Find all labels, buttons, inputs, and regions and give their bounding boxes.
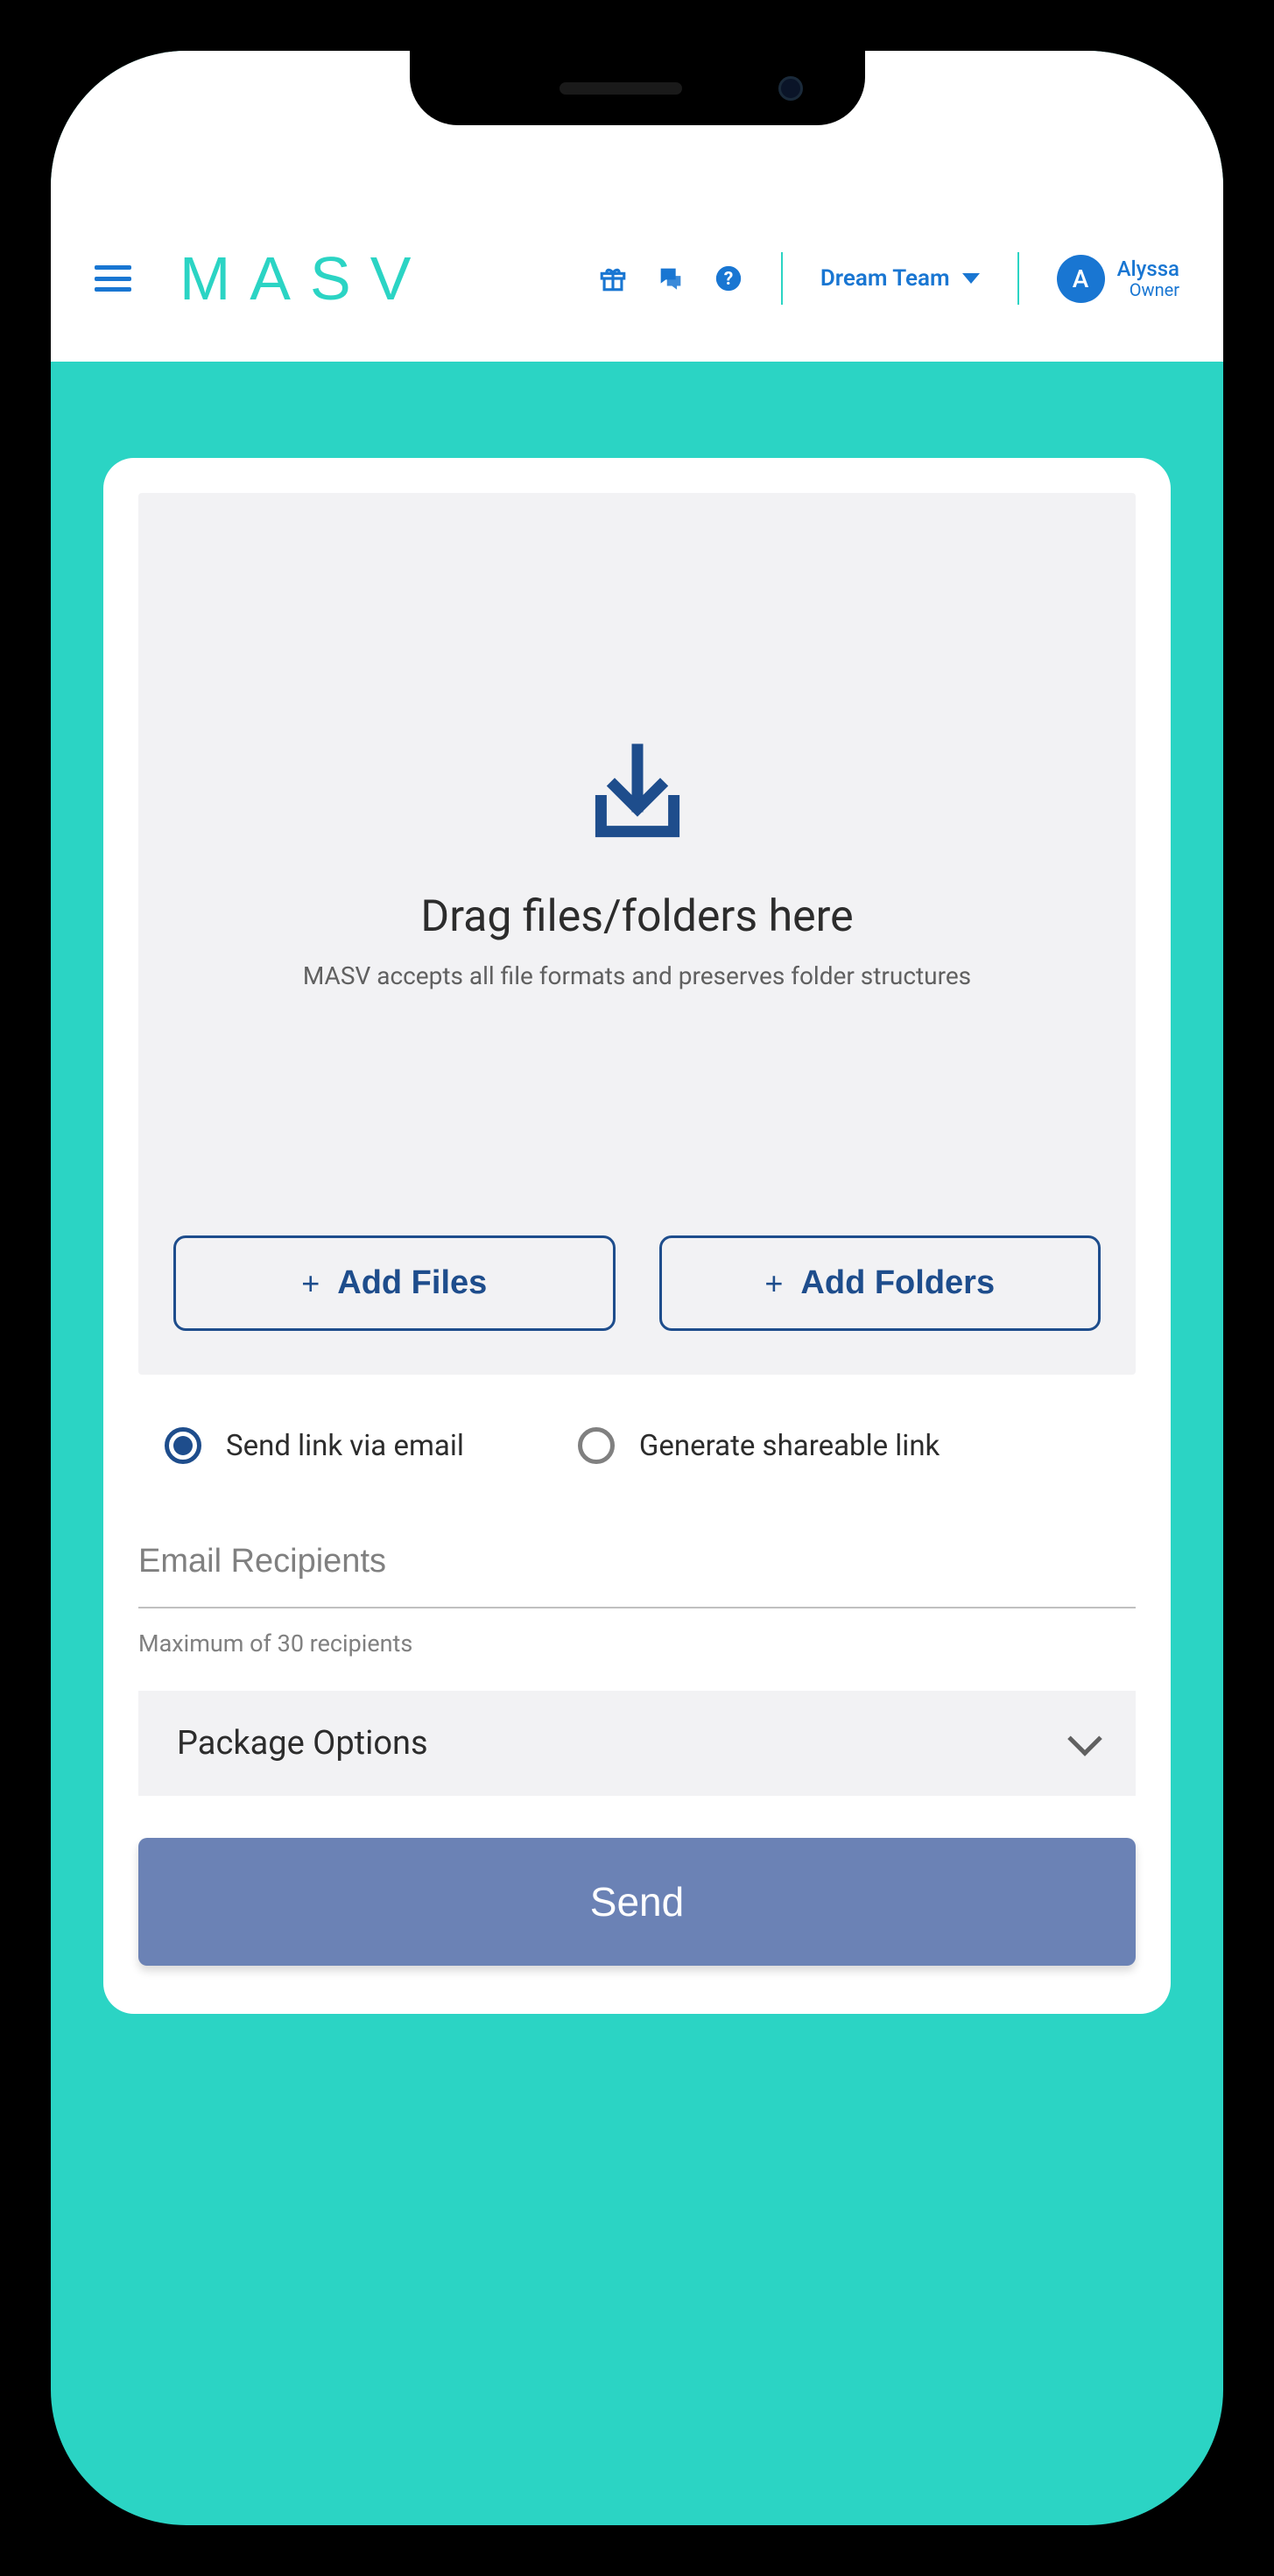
- phone-power-button: [1269, 692, 1274, 972]
- radio-send-email[interactable]: Send link via email: [165, 1427, 464, 1464]
- dropzone-subtitle: MASV accepts all file formats and preser…: [303, 961, 971, 990]
- phone-volume-down: [0, 849, 5, 1024]
- radio-label-email: Send link via email: [226, 1429, 464, 1463]
- radio-shareable-link[interactable]: Generate shareable link: [578, 1427, 940, 1464]
- dropzone[interactable]: Drag files/folders here MASV accepts all…: [138, 493, 1136, 1375]
- recipients-hint: Maximum of 30 recipients: [138, 1629, 1136, 1658]
- team-name: Dream Team: [820, 265, 950, 292]
- menu-icon[interactable]: [95, 265, 131, 292]
- team-selector[interactable]: Dream Team: [820, 265, 980, 292]
- phone-notch: [410, 51, 865, 125]
- package-options-toggle[interactable]: Package Options: [138, 1691, 1136, 1796]
- help-icon[interactable]: ?: [714, 264, 743, 293]
- add-files-button[interactable]: + Add Files: [173, 1235, 616, 1331]
- phone-silence-switch: [0, 473, 5, 569]
- add-files-label: Add Files: [337, 1264, 487, 1302]
- user-role: Owner: [1117, 280, 1179, 299]
- add-folders-button[interactable]: + Add Folders: [659, 1235, 1102, 1331]
- radio-icon: [578, 1427, 615, 1464]
- screen: MASV: [51, 51, 1223, 2525]
- plus-icon: +: [301, 1265, 320, 1302]
- upload-card: Drag files/folders here MASV accepts all…: [103, 458, 1171, 2014]
- send-button[interactable]: Send: [138, 1838, 1136, 1966]
- chevron-down-icon: [1067, 1721, 1102, 1756]
- user-menu[interactable]: A Alyssa Owner: [1057, 255, 1179, 303]
- header-divider: [781, 252, 783, 305]
- caret-down-icon: [962, 273, 980, 284]
- user-name: Alyssa: [1117, 257, 1179, 280]
- delivery-options: Send link via email Generate shareable l…: [138, 1375, 1136, 1517]
- main-area: Drag files/folders here MASV accepts all…: [51, 362, 1223, 2014]
- phone-volume-up: [0, 630, 5, 806]
- chat-icon[interactable]: [656, 264, 686, 293]
- phone-frame: MASV: [0, 0, 1274, 2576]
- add-folders-label: Add Folders: [800, 1264, 995, 1302]
- gift-icon[interactable]: [598, 264, 628, 293]
- phone-camera: [778, 76, 803, 101]
- plus-icon: +: [764, 1265, 783, 1302]
- dropzone-title: Drag files/folders here: [420, 891, 853, 942]
- phone-inner-frame: MASV: [35, 35, 1239, 2541]
- download-icon: [581, 738, 694, 852]
- email-recipients-input[interactable]: [138, 1517, 1136, 1608]
- phone-speaker: [560, 82, 682, 95]
- app-logo: MASV: [179, 243, 430, 313]
- avatar: A: [1057, 255, 1105, 303]
- package-options-label: Package Options: [177, 1724, 428, 1763]
- header-divider-2: [1017, 252, 1019, 305]
- radio-label-shareable: Generate shareable link: [639, 1429, 940, 1463]
- svg-text:?: ?: [724, 268, 734, 290]
- radio-icon: [165, 1427, 201, 1464]
